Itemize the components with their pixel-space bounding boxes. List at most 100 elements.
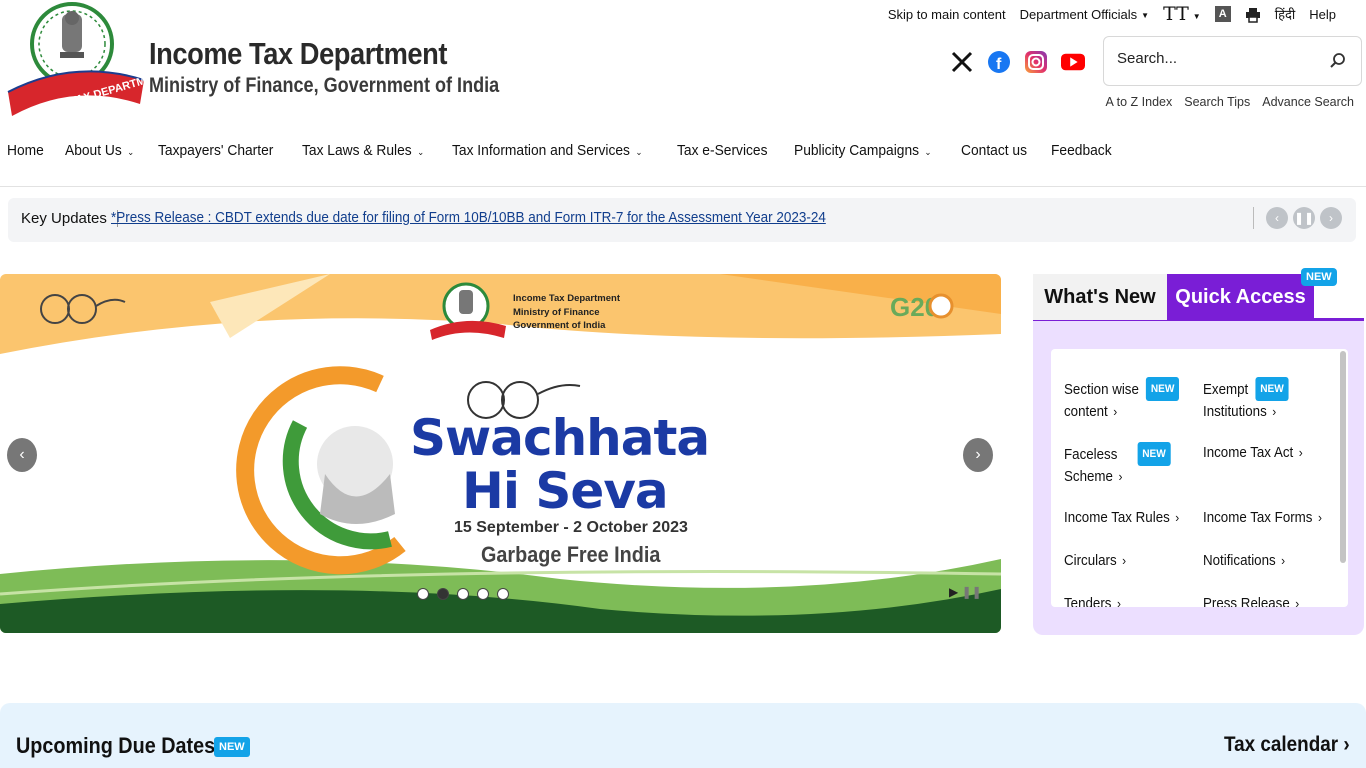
quick-link-faceless-scheme[interactable]: Faceless NEW Scheme › — [1064, 442, 1171, 488]
nav-feedback[interactable]: Feedback — [1051, 142, 1112, 159]
search-input[interactable] — [1117, 50, 1317, 67]
nav-tax-laws-rules-label: Tax Laws & Rules — [301, 142, 412, 159]
quick-link-press-release[interactable]: Press Release › — [1203, 593, 1299, 607]
hero-carousel: G20 Income Tax Department Ministry of Fi… — [0, 274, 1001, 633]
quick-link-label: Income Tax Forms — [1203, 510, 1313, 526]
search-icon[interactable] — [1329, 52, 1347, 70]
nav-tax-e-services[interactable]: Tax e-Services — [677, 142, 768, 159]
quick-link-label: Circulars — [1064, 553, 1117, 569]
chevron-right-icon: › — [1298, 445, 1303, 460]
quick-link-exempt-institutions[interactable]: Exempt NEW Institutions › — [1203, 377, 1289, 423]
tax-calendar-label: Tax calendar — [1224, 733, 1339, 756]
carousel-dot-active[interactable] — [437, 588, 449, 600]
site-title[interactable]: Income Tax Department — [149, 36, 447, 72]
chevron-right-icon: › — [1318, 510, 1322, 525]
search-tips-link[interactable]: Search Tips — [1184, 95, 1250, 109]
banner-org-line: Government of India — [513, 320, 606, 331]
nav-tax-information-services-label: Tax Information and Services — [452, 142, 631, 159]
scrollbar[interactable] — [1340, 351, 1346, 563]
nav-taxpayers-charter-label: Taxpayers' Charter — [158, 142, 274, 159]
main-nav: Home About Us ⌄ Taxpayers' Charter Tax La… — [7, 142, 1117, 159]
banner-tagline: Garbage Free India — [481, 542, 661, 567]
banner-headline: Swachhata — [410, 409, 710, 467]
carousel-dots — [417, 588, 509, 600]
facebook-icon[interactable]: f — [987, 50, 1011, 74]
new-badge: NEW — [1146, 377, 1180, 401]
ticker-prev-icon[interactable]: ‹ — [1266, 207, 1288, 229]
tab-whats-new[interactable]: What's New — [1033, 274, 1167, 320]
new-badge: NEW — [1255, 377, 1289, 401]
new-badge: NEW — [1301, 268, 1337, 286]
nav-home[interactable]: Home — [7, 142, 44, 159]
text-size-menu[interactable]: TT ▼ — [1163, 3, 1201, 25]
chevron-right-icon: › — [1113, 404, 1118, 419]
nav-tax-information-services[interactable]: Tax Information and Services ⌄ — [452, 142, 642, 159]
quick-access-panel: What's New Quick Access NEW Section wise… — [1033, 268, 1364, 635]
nav-tax-e-services-label: Tax e-Services — [677, 142, 768, 159]
nav-contact-us-label: Contact us — [961, 142, 1028, 159]
new-badge: NEW — [1137, 442, 1171, 466]
quick-link-tenders[interactable]: Tenders › — [1064, 593, 1121, 607]
banner-org-line: Income Tax Department — [513, 293, 620, 304]
skip-link[interactable]: Skip to main content — [888, 7, 1006, 22]
quick-link-income-tax-forms[interactable]: Income Tax Forms › — [1203, 507, 1322, 529]
ticker-pause-icon[interactable]: ❚❚ — [1293, 207, 1315, 229]
a-to-z-index-link[interactable]: A to Z Index — [1106, 95, 1173, 109]
nav-contact-us[interactable]: Contact us — [961, 142, 1027, 159]
key-updates-label: Key Updates — [21, 210, 118, 227]
quick-access-list: Section wise NEW content › Exempt NEW Insti… — [1051, 349, 1348, 607]
nav-taxpayers-charter[interactable]: Taxpayers' Charter — [158, 142, 273, 159]
quick-link-section-wise-content[interactable]: Section wise NEW content › — [1064, 377, 1180, 423]
quick-link-notifications[interactable]: Notifications › — [1203, 550, 1285, 572]
carousel-play-pause-icon[interactable]: ▶ ❚❚ — [949, 585, 982, 599]
x-icon[interactable] — [950, 50, 974, 74]
ticker-next-icon[interactable]: › — [1320, 207, 1342, 229]
tax-calendar-link[interactable]: Tax calendar › — [1224, 733, 1350, 757]
carousel-dot[interactable] — [497, 588, 509, 600]
carousel-prev-button[interactable]: ‹ — [7, 438, 37, 472]
banner-org-text: Income Tax Department Ministry of Financ… — [513, 292, 620, 333]
chevron-right-icon: › — [1295, 596, 1300, 607]
chevron-down-icon: ⌄ — [416, 147, 424, 157]
nav-feedback-label: Feedback — [1050, 142, 1112, 159]
youtube-icon[interactable] — [1061, 50, 1085, 74]
advance-search-link[interactable]: Advance Search — [1262, 95, 1354, 109]
quick-link-label: Scheme — [1064, 469, 1113, 485]
nav-publicity-campaigns[interactable]: Publicity Campaigns ⌄ — [794, 142, 931, 159]
chevron-right-icon: › — [1343, 733, 1350, 756]
text-size-icon: TT — [1163, 3, 1189, 25]
carousel-dot[interactable] — [417, 588, 429, 600]
print-icon[interactable] — [1245, 7, 1261, 23]
chevron-right-icon: › — [1122, 553, 1127, 568]
chevron-right-icon: › — [1272, 404, 1277, 419]
ticker-controls: ‹ ❚❚ › — [1253, 207, 1342, 229]
chevron-down-icon: ⌄ — [635, 147, 643, 157]
contrast-icon[interactable]: A — [1214, 6, 1231, 22]
carousel-next-button[interactable]: › — [963, 438, 993, 472]
caret-down-icon: ▼ — [1192, 12, 1201, 22]
site-subtitle: Ministry of Finance, Government of India — [149, 74, 500, 97]
nav-home-label: Home — [7, 142, 44, 159]
instagram-icon[interactable] — [1024, 50, 1048, 74]
tab-quick-access[interactable]: Quick Access — [1167, 274, 1314, 320]
key-updates-link[interactable]: *Press Release : CBDT extends due date f… — [111, 210, 826, 226]
quick-link-circulars[interactable]: Circulars › — [1064, 550, 1126, 572]
nav-about-us[interactable]: About Us ⌄ — [65, 142, 134, 159]
nav-tax-laws-rules[interactable]: Tax Laws & Rules ⌄ — [302, 142, 424, 159]
banner-org-line: Ministry of Finance — [513, 306, 600, 318]
chevron-down-icon: ⌄ — [924, 147, 932, 157]
key-updates-bar: Key Updates *Press Release : CBDT extend… — [8, 198, 1356, 242]
help-link[interactable]: Help — [1309, 7, 1336, 22]
new-badge: NEW — [214, 737, 250, 757]
hindi-link[interactable]: हिंदी — [1275, 5, 1296, 23]
chevron-right-icon: › — [1118, 469, 1123, 484]
social-links: f — [950, 50, 1085, 74]
search-box — [1103, 36, 1362, 86]
department-officials-menu[interactable]: Department Officials ▼ — [1020, 7, 1149, 22]
quick-link-income-tax-rules[interactable]: Income Tax Rules › — [1064, 507, 1179, 529]
carousel-dot[interactable] — [477, 588, 489, 600]
quick-link-income-tax-act[interactable]: Income Tax Act › — [1203, 442, 1303, 464]
department-officials-label: Department Officials — [1019, 6, 1138, 22]
income-tax-logo[interactable]: INCOME TAX DEPARTMENT — [4, 0, 168, 122]
carousel-dot[interactable] — [457, 588, 469, 600]
